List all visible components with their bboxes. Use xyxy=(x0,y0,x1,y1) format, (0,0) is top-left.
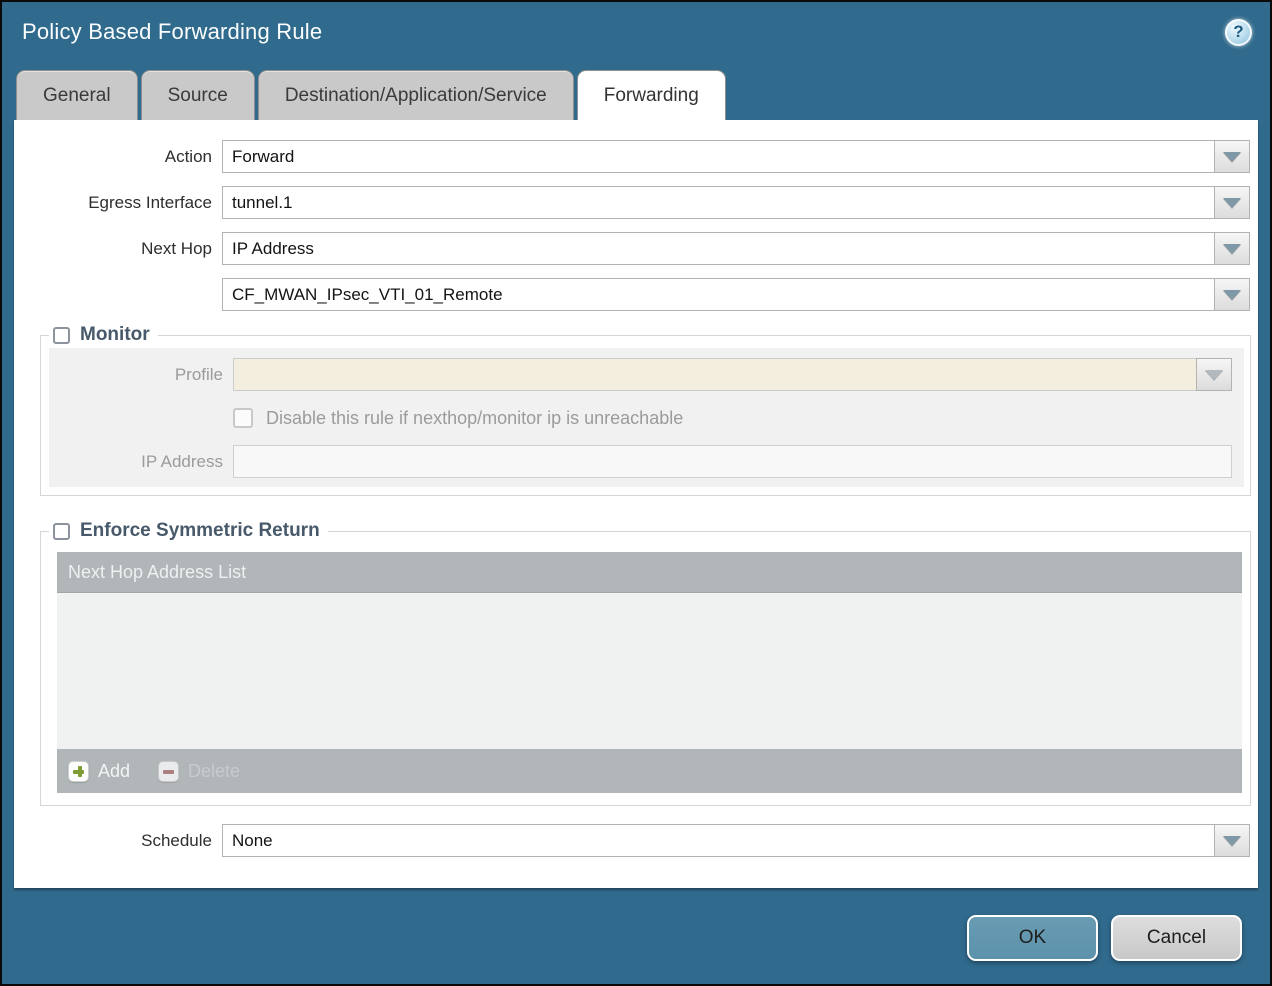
chevron-down-icon xyxy=(1223,836,1241,846)
egress-interface-label: Egress Interface xyxy=(14,193,212,213)
dialog-footer: OK Cancel xyxy=(2,915,1242,961)
next-hop-address-list-header: Next Hop Address List xyxy=(57,552,1242,593)
tab-general[interactable]: General xyxy=(16,70,138,120)
monitor-panel: Profile Disable this rule if nexthop/mon… xyxy=(49,348,1244,487)
monitor-legend-label: Monitor xyxy=(80,324,150,346)
next-hop-address-list-table: Next Hop Address List Add Delete xyxy=(57,552,1242,793)
enforce-symmetric-return-section: Enforce Symmetric Return Next Hop Addres… xyxy=(40,520,1251,806)
tab-destination-application-service[interactable]: Destination/Application/Service xyxy=(258,70,574,120)
profile-row: Profile xyxy=(49,358,1238,391)
disable-rule-row: Disable this rule if nexthop/monitor ip … xyxy=(233,405,1238,431)
dialog-title: Policy Based Forwarding Rule xyxy=(22,19,322,45)
next-hop-type-select[interactable]: IP Address xyxy=(222,232,1250,265)
egress-interface-value: tunnel.1 xyxy=(232,193,293,213)
next-hop-type-value: IP Address xyxy=(232,239,314,259)
disable-rule-label: Disable this rule if nexthop/monitor ip … xyxy=(266,408,683,429)
next-hop-address-list-body xyxy=(57,593,1242,749)
add-button-label: Add xyxy=(98,761,130,782)
cancel-button[interactable]: Cancel xyxy=(1111,915,1242,961)
title-bar: Policy Based Forwarding Rule ? xyxy=(2,2,1270,62)
schedule-select[interactable]: None xyxy=(222,824,1250,857)
chevron-down-icon xyxy=(1223,198,1241,208)
next-hop-address-row: CF_MWAN_IPsec_VTI_01_Remote xyxy=(14,278,1258,311)
tab-source[interactable]: Source xyxy=(141,70,255,120)
egress-interface-row: Egress Interface tunnel.1 xyxy=(14,186,1258,219)
delete-button-label: Delete xyxy=(188,761,240,782)
enforce-symmetric-return-legend-label: Enforce Symmetric Return xyxy=(80,520,320,542)
enforce-symmetric-return-legend: Enforce Symmetric Return xyxy=(49,520,328,542)
pbf-rule-dialog: Policy Based Forwarding Rule ? General S… xyxy=(0,0,1272,986)
monitor-legend: Monitor xyxy=(49,324,158,346)
next-hop-type-dropdown-button[interactable] xyxy=(1214,232,1250,265)
delete-button: Delete xyxy=(158,761,240,782)
monitor-checkbox[interactable] xyxy=(53,327,70,344)
next-hop-address-list-toolbar: Add Delete xyxy=(57,749,1242,793)
monitor-ip-address-row: IP Address xyxy=(49,445,1238,478)
monitor-ip-address-label: IP Address xyxy=(49,452,223,472)
chevron-down-icon xyxy=(1205,370,1223,380)
question-mark-glyph: ? xyxy=(1233,22,1243,42)
add-button[interactable]: Add xyxy=(68,761,130,782)
forwarding-tab-panel: Action Forward Egress Interface tunnel.1… xyxy=(14,120,1258,888)
action-value: Forward xyxy=(232,147,294,167)
next-hop-address-value: CF_MWAN_IPsec_VTI_01_Remote xyxy=(232,285,503,305)
profile-select xyxy=(233,358,1232,391)
enforce-symmetric-return-checkbox[interactable] xyxy=(53,523,70,540)
schedule-row: Schedule None xyxy=(14,824,1258,857)
help-icon[interactable]: ? xyxy=(1225,19,1252,46)
action-label: Action xyxy=(14,147,212,167)
next-hop-row: Next Hop IP Address xyxy=(14,232,1258,265)
schedule-dropdown-button[interactable] xyxy=(1214,824,1250,857)
minus-icon xyxy=(158,761,179,782)
next-hop-address-select[interactable]: CF_MWAN_IPsec_VTI_01_Remote xyxy=(222,278,1250,311)
egress-interface-select[interactable]: tunnel.1 xyxy=(222,186,1250,219)
schedule-label: Schedule xyxy=(14,831,212,851)
profile-dropdown-button xyxy=(1196,358,1232,391)
tab-bar: General Source Destination/Application/S… xyxy=(16,68,1270,120)
next-hop-address-dropdown-button[interactable] xyxy=(1214,278,1250,311)
profile-label: Profile xyxy=(49,365,223,385)
action-select[interactable]: Forward xyxy=(222,140,1250,173)
monitor-section: Monitor Profile Disable this rule if nex… xyxy=(40,324,1251,496)
egress-interface-dropdown-button[interactable] xyxy=(1214,186,1250,219)
disable-rule-checkbox xyxy=(233,408,253,428)
tab-forwarding[interactable]: Forwarding xyxy=(577,70,726,120)
chevron-down-icon xyxy=(1223,244,1241,254)
plus-icon xyxy=(68,761,89,782)
ok-button[interactable]: OK xyxy=(967,915,1098,961)
schedule-value: None xyxy=(232,831,273,851)
chevron-down-icon xyxy=(1223,290,1241,300)
action-row: Action Forward xyxy=(14,140,1258,173)
action-dropdown-button[interactable] xyxy=(1214,140,1250,173)
next-hop-label: Next Hop xyxy=(14,239,212,259)
monitor-ip-address-input xyxy=(233,445,1232,478)
chevron-down-icon xyxy=(1223,152,1241,162)
